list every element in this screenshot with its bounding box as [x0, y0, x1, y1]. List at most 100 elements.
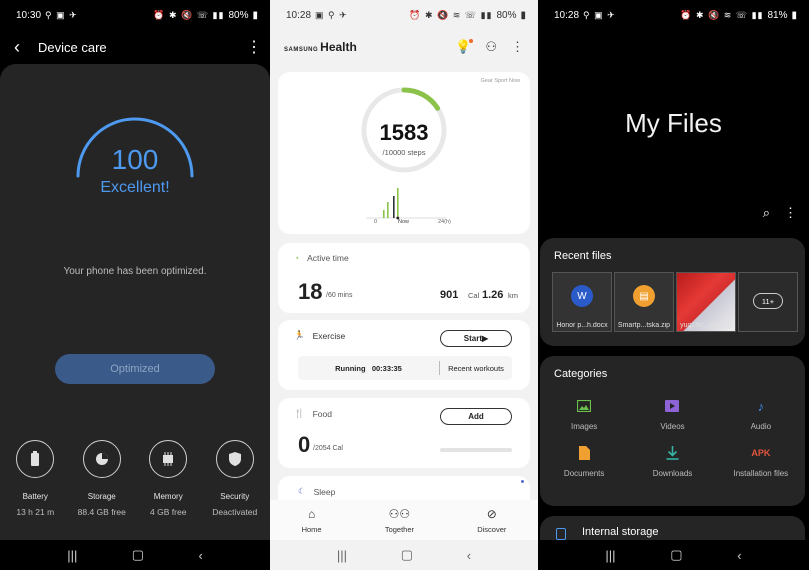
status-bar: 10:30 ⚲ ▣ ✈ ⏰ ✱ 🔇 ☏ ▮▮ 80% ▮ — [0, 0, 270, 30]
app-header: SAMSUNG Health 💡 ⚇ ⋮ — [270, 34, 538, 60]
category-installation-files[interactable]: APK Installation files — [717, 445, 805, 478]
lightbulb-icon[interactable]: 💡 — [455, 39, 474, 55]
more-files-count: 11+ — [753, 293, 783, 309]
nav-label: Discover — [477, 524, 507, 534]
search-icon[interactable]: ⌕ — [763, 205, 770, 221]
card-title: Sleep — [313, 486, 336, 497]
steps-card[interactable]: Gear Sport Now 1583 /10000 steps 0 Now 2… — [278, 72, 530, 234]
file-name: yug16d...040.jpg — [680, 322, 732, 329]
tile-label: Memory — [153, 492, 183, 501]
device-care-panel: 100 Excellent! Your phone has been optim… — [0, 64, 270, 540]
tile-value: 88.4 GB free — [77, 507, 126, 517]
toolbar: ⌕ ⋮ — [763, 205, 797, 221]
more-options-icon[interactable]: ⋮ — [511, 39, 524, 55]
my-files-screen: 10:28 ⚲ ▣ ✈ ⏰ ✱ 🔇 ≋ ☏ ▮▮ 81% ▮ My Files … — [538, 0, 809, 570]
nav-discover[interactable]: ⊘ Discover — [477, 507, 506, 534]
add-food-button[interactable]: Add — [440, 408, 512, 425]
category-documents[interactable]: Documents — [540, 445, 628, 478]
recent-files-more[interactable]: 11+ — [738, 272, 798, 332]
active-time-card[interactable]: ◔ Active time 18 /60 mins 901 Cal 1.26 k… — [278, 243, 530, 313]
back-nav-icon[interactable]: ‹ — [737, 548, 741, 563]
food-card[interactable]: 🍴 Food Add 0 /2054 Cal — [278, 398, 530, 468]
active-calories: 901 — [440, 289, 459, 301]
card-title: Active time — [307, 253, 349, 263]
back-arrow-icon[interactable]: ‹ — [14, 37, 36, 58]
axis-now-label: Now — [398, 219, 410, 225]
back-nav-icon[interactable]: ‹ — [467, 548, 471, 563]
workout-type: Running — [335, 363, 366, 373]
exercise-card[interactable]: 🏃 Exercise Start ▶ Running 00:33:35 Recen… — [278, 320, 530, 390]
samsung-health-logo: SAMSUNG Health — [284, 40, 455, 54]
back-nav-icon[interactable]: ‹ — [198, 548, 202, 563]
file-name: Smartp...tska.zip — [617, 322, 671, 329]
recent-file-docx[interactable]: W Honor p...h.docx — [552, 272, 612, 332]
nav-label: Home — [301, 524, 322, 534]
workout-summary-bar: Running 00:33:35 Recent workouts — [298, 356, 512, 380]
status-time: 10:28 — [286, 9, 312, 21]
last-workout[interactable]: Running 00:33:35 — [298, 364, 439, 373]
profile-icon[interactable]: ⚇ — [485, 39, 497, 55]
category-audio[interactable]: ♪ Audio — [717, 398, 805, 432]
phone-storage-icon — [556, 528, 566, 540]
food-calories: 0 — [298, 432, 311, 457]
device-care-screen: 10:30 ⚲ ▣ ✈ ⏰ ✱ 🔇 ☏ ▮▮ 80% ▮ ‹ Device ca… — [0, 0, 270, 570]
home-nav-icon[interactable]: ▢ — [670, 547, 682, 563]
word-doc-icon: W — [571, 285, 593, 307]
score-grade: Excellent! — [100, 179, 170, 196]
nav-home[interactable]: ⌂ Home — [302, 507, 322, 534]
battery-status-icon: ▮ — [252, 9, 258, 21]
tile-value: Deactivated — [212, 507, 258, 517]
tile-label: Storage — [87, 492, 116, 501]
tile-value: 13 h 21 m — [16, 507, 55, 517]
system-nav-bar: ||| ▢ ‹ — [0, 540, 270, 570]
shield-icon — [215, 440, 254, 478]
storage-tile[interactable]: Storage 88.4 GB free — [70, 440, 134, 517]
home-icon: ⌂ — [307, 506, 316, 521]
security-tile[interactable]: Security Deactivated — [203, 440, 267, 517]
category-downloads[interactable]: Downloads — [628, 445, 716, 478]
recent-file-jpg[interactable]: yug16d...040.jpg — [676, 272, 736, 332]
category-videos[interactable]: Videos — [628, 398, 716, 431]
categories-section: Categories Images Videos ♪ Audio Documen… — [540, 356, 805, 506]
steps-goal: /10000 steps — [382, 148, 426, 157]
moon-icon: ☾ — [298, 486, 306, 496]
device-care-tiles: Battery 13 h 21 m Storage 88.4 GB free M… — [0, 440, 270, 517]
home-nav-icon[interactable]: ▢ — [401, 547, 413, 563]
compass-icon: ⊘ — [486, 506, 497, 521]
category-images[interactable]: Images — [540, 398, 628, 431]
card-title: Exercise — [312, 330, 346, 341]
active-time-icon: ◔ — [294, 253, 300, 263]
status-bar: 10:28 ⚲ ▣ ✈ ⏰ ✱ 🔇 ≋ ☏ ▮▮ 81% ▮ — [538, 0, 809, 30]
apk-icon: APK — [751, 448, 771, 458]
tile-value: 4 GB free — [150, 507, 187, 517]
steps-count: 1583 — [379, 120, 429, 145]
nav-together[interactable]: ⚇⚇ Together — [385, 507, 414, 534]
status-bar: 10:28 ▣ ⚲ ✈ ⏰ ✱ 🔇 ≋ ☏ ▮▮ 80% ▮ — [270, 0, 538, 30]
fork-knife-icon: 🍴 — [294, 408, 305, 418]
axis-start-label: 0 — [374, 219, 378, 225]
home-nav-icon[interactable]: ▢ — [132, 547, 144, 563]
page-title: Device care — [38, 39, 107, 55]
more-options-icon[interactable]: ⋮ — [784, 205, 797, 221]
battery-percent: 81% — [767, 9, 788, 21]
battery-status-icon: ▮ — [520, 9, 526, 21]
battery-tile[interactable]: Battery 13 h 21 m — [3, 440, 67, 517]
gear-sport-note: Gear Sport Now — [480, 78, 520, 84]
memory-tile[interactable]: Memory 4 GB free — [136, 440, 200, 517]
start-exercise-button[interactable]: Start ▶ — [440, 330, 512, 347]
category-label: Images — [571, 422, 598, 431]
file-name: Honor p...h.docx — [556, 322, 608, 329]
distance-unit: km — [508, 291, 518, 300]
recent-apps-icon[interactable]: ||| — [605, 548, 615, 563]
brand-prefix: SAMSUNG — [284, 47, 319, 53]
recent-file-zip[interactable]: ▤ Smartp...tska.zip — [614, 272, 674, 332]
recent-workouts-link[interactable]: Recent workouts — [440, 364, 512, 373]
recent-apps-icon[interactable]: ||| — [337, 548, 347, 563]
more-options-icon[interactable]: ⋮ — [246, 37, 262, 57]
recent-apps-icon[interactable]: ||| — [67, 548, 77, 563]
battery-percent: 80% — [228, 9, 249, 21]
zip-folder-icon: ▤ — [633, 285, 655, 307]
workout-duration: 00:33:35 — [371, 363, 402, 373]
optimized-button[interactable]: Optimized — [55, 354, 215, 384]
nav-label: Together — [384, 524, 414, 534]
